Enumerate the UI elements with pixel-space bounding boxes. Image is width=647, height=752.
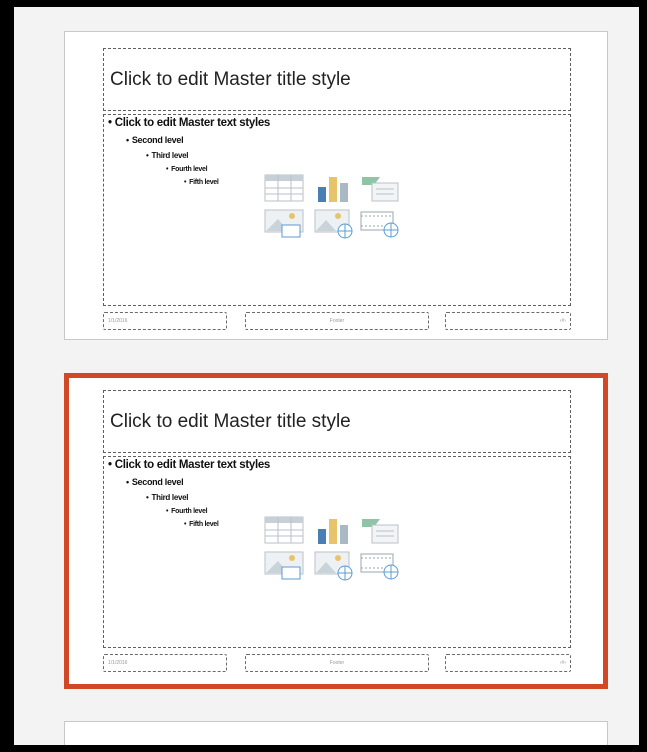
text-level-1: Click to edit Master text styles: [108, 459, 271, 471]
slide-thumbnail-partial[interactable]: [64, 721, 608, 745]
slide-thumbnail[interactable]: Click to edit Master title style Click t…: [64, 31, 608, 340]
text-level-5: Fifth level: [184, 521, 219, 528]
content-placeholder: Click to edit Master text styles Second …: [103, 114, 571, 306]
picture-icon: [264, 551, 304, 580]
video-icon: [360, 553, 399, 580]
title-placeholder: Click to edit Master title style: [103, 390, 571, 453]
text-level-4: Fourth level: [166, 508, 207, 515]
video-icon: [360, 211, 399, 238]
online-picture-icon: [314, 551, 353, 581]
text-level-4: Fourth level: [166, 166, 207, 173]
picture-icon: [264, 209, 304, 238]
content-placeholder: Click to edit Master text styles Second …: [103, 456, 571, 648]
text-level-2: Second level: [126, 135, 184, 145]
chart-icon: [318, 177, 348, 202]
title-placeholder: Click to edit Master title style: [103, 48, 571, 111]
text-level-2: Second level: [126, 477, 184, 487]
online-picture-icon: [314, 209, 353, 239]
date-placeholder: 1/1/2016: [103, 654, 227, 672]
date-placeholder: 1/1/2016: [103, 312, 227, 330]
footer-placeholder: Footer: [245, 654, 429, 672]
footer-placeholder: Footer: [245, 312, 429, 330]
chart-icon: [318, 519, 348, 544]
slide-thumbnail-pane[interactable]: Click to edit Master title style Click t…: [14, 7, 639, 745]
content-icons: [264, 173, 409, 245]
table-icon: [264, 516, 304, 544]
table-icon: [264, 174, 304, 202]
content-icons: [264, 515, 409, 587]
slide-number-placeholder: ‹#›: [445, 654, 571, 672]
text-level-3: Third level: [146, 493, 189, 502]
smartart-icon: [362, 177, 399, 202]
slide-thumbnail-selected[interactable]: Click to edit Master title style Click t…: [64, 373, 608, 689]
text-level-3: Third level: [146, 151, 189, 160]
text-level-1: Click to edit Master text styles: [108, 117, 271, 129]
slide-number-placeholder: ‹#›: [445, 312, 571, 330]
text-level-5: Fifth level: [184, 179, 219, 186]
smartart-icon: [362, 519, 399, 544]
